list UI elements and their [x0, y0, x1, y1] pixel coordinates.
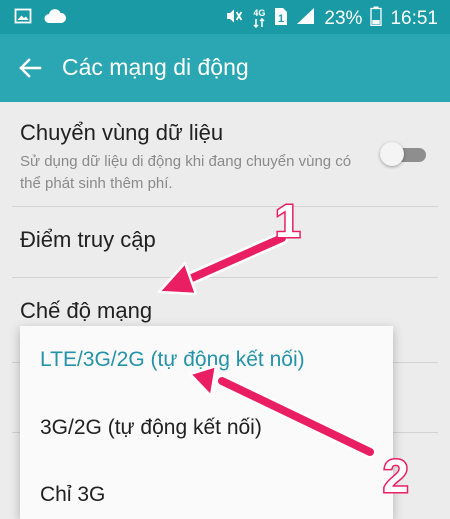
arrow-left-icon[interactable]: [14, 52, 46, 84]
sim-slot-label: 1: [278, 13, 284, 25]
network-type-label: 4G: [253, 7, 266, 18]
data-roaming-toggle[interactable]: [380, 142, 428, 166]
data-roaming-title: Chuyển vùng dữ liệu: [20, 120, 224, 145]
network-option-lte-3g-2g[interactable]: LTE/3G/2G (tự động kết nối): [40, 348, 305, 372]
network-option-3g-only[interactable]: Chỉ 3G: [40, 483, 105, 507]
network-mode-item[interactable]: Chế độ mạng: [20, 298, 436, 324]
toggle-thumb: [380, 142, 404, 166]
signal-icon: [296, 7, 316, 31]
data-roaming-summary: Sử dụng dữ liệu di động khi đang chuyển …: [20, 153, 352, 192]
network-mode-dropdown: LTE/3G/2G (tự động kết nối) 3G/2G (tự độ…: [20, 326, 393, 519]
image-icon: [14, 7, 32, 30]
access-point-item[interactable]: Điểm truy cập: [20, 227, 436, 253]
page-title: Các mạng di động: [62, 54, 249, 80]
cloud-icon: [44, 8, 67, 29]
data-roaming-item[interactable]: Chuyển vùng dữ liệu Sử dụng dữ liệu di đ…: [20, 120, 436, 195]
sim1-icon: 1: [274, 7, 288, 32]
mute-icon: [224, 6, 244, 32]
network-mode-title: Chế độ mạng: [20, 298, 153, 323]
status-bar: 4G 1 23% 16:51: [0, 0, 450, 34]
4g-lte-icon: 4G: [252, 7, 266, 30]
app-bar: Các mạng di động: [0, 34, 450, 102]
divider: [12, 206, 438, 207]
divider: [12, 277, 438, 278]
network-option-3g-2g[interactable]: 3G/2G (tự động kết nối): [40, 416, 262, 440]
clock: 16:51: [390, 8, 438, 29]
battery-icon: [370, 6, 383, 32]
battery-percent: 23%: [324, 8, 363, 29]
access-point-title: Điểm truy cập: [20, 227, 156, 252]
